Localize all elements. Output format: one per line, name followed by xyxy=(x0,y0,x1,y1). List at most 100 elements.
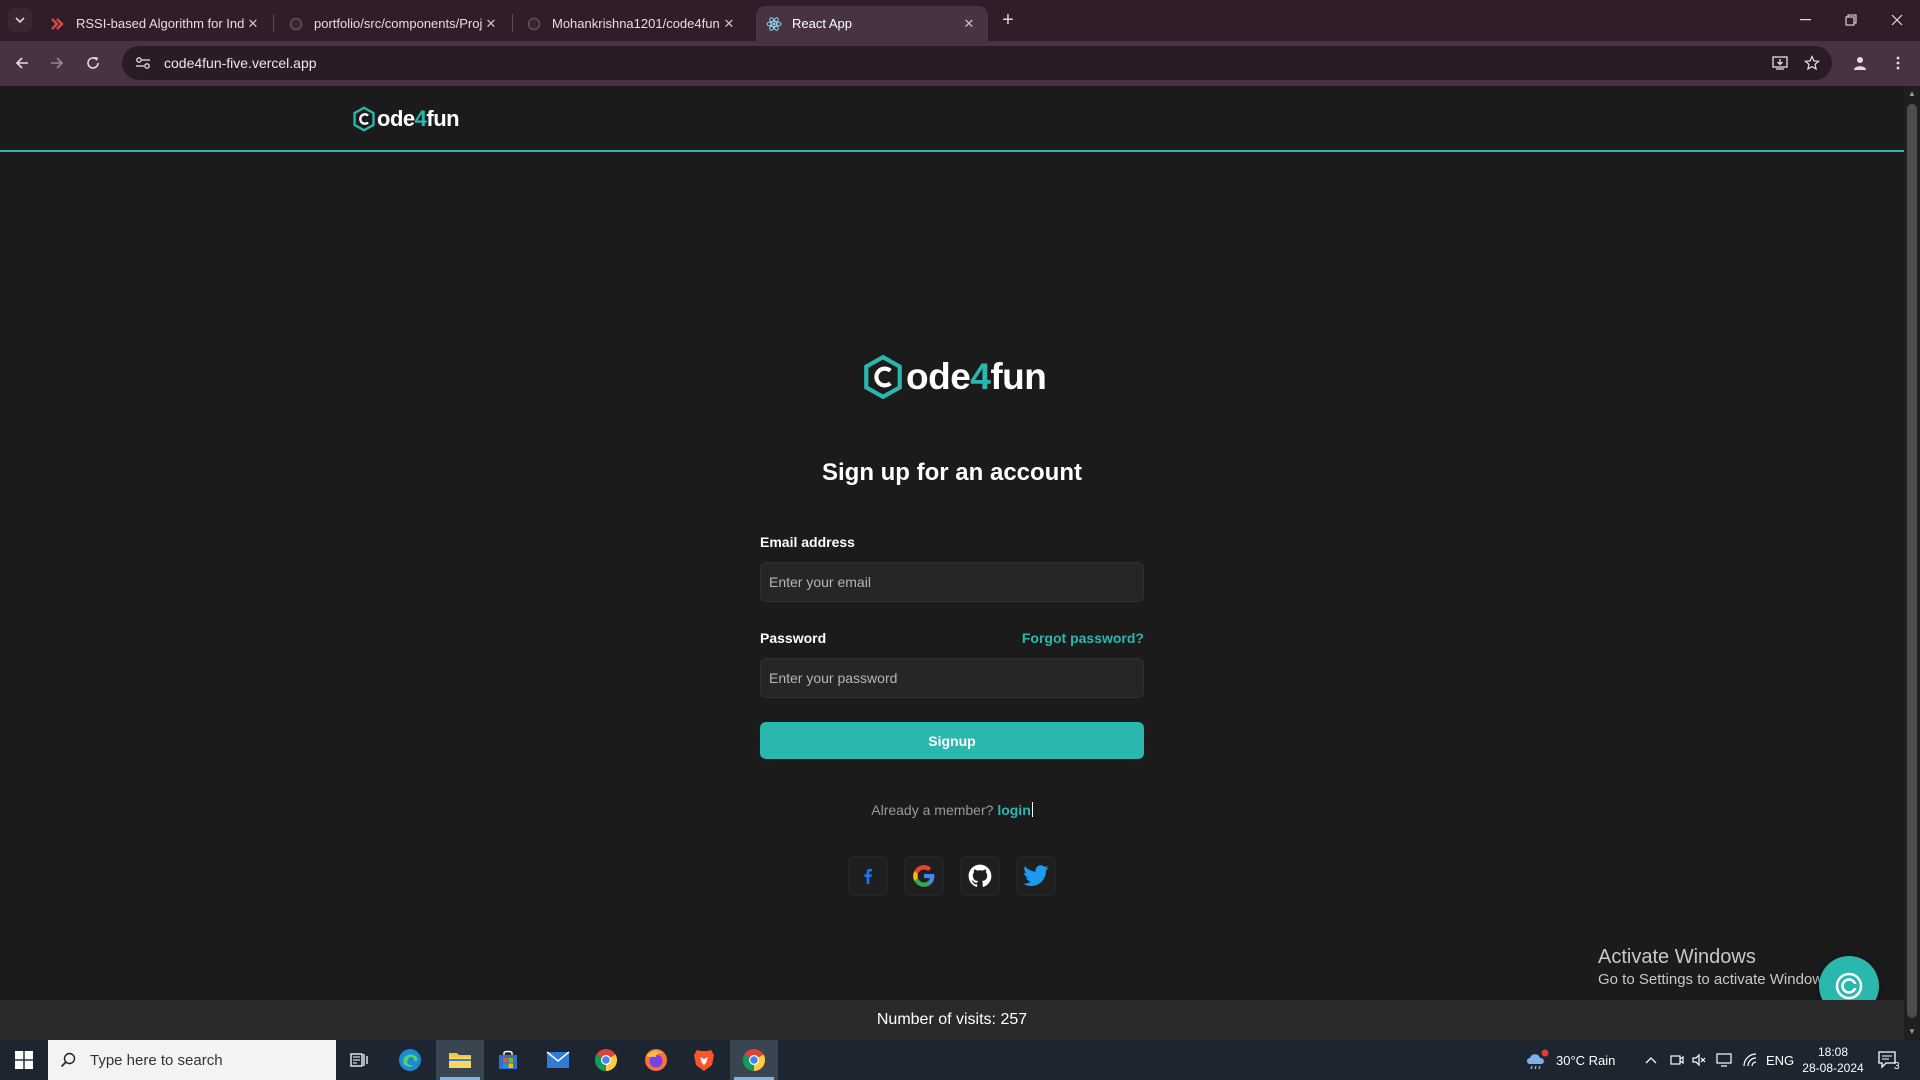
url-text: code4fun-five.vercel.app xyxy=(164,55,317,71)
profile-avatar-icon[interactable] xyxy=(1848,51,1872,75)
login-link[interactable]: login xyxy=(997,802,1030,818)
password-label: Password xyxy=(760,630,827,646)
notification-center[interactable]: 3 xyxy=(1878,1040,1900,1080)
google-button[interactable] xyxy=(904,856,944,896)
github-icon xyxy=(968,864,992,887)
firefox-icon xyxy=(645,1049,667,1071)
web-page: ode 4 fun ode 4 fun Sign up for an account E… xyxy=(0,86,1904,1040)
facebook-icon xyxy=(864,868,872,884)
taskbar-chrome-active[interactable] xyxy=(730,1040,778,1080)
task-view-button[interactable] xyxy=(336,1040,384,1080)
windows-taskbar: Type here to search 30°C Rain ENG 18:08 … xyxy=(0,1040,1920,1080)
edge-icon xyxy=(399,1049,421,1071)
kebab-menu-icon[interactable] xyxy=(1886,51,1910,75)
github-favicon-icon xyxy=(288,16,304,32)
taskbar-search-box[interactable]: Type here to search xyxy=(48,1040,336,1080)
back-arrow-icon[interactable] xyxy=(10,51,34,75)
browser-tab-react-app[interactable]: React App ✕ xyxy=(756,6,988,41)
visit-counter: Number of visits: 257 xyxy=(876,1011,1028,1028)
activation-title: Activate Windows xyxy=(1598,946,1756,968)
forgot-password-link[interactable]: Forgot password? xyxy=(1000,630,1144,646)
reload-icon[interactable] xyxy=(81,51,105,75)
chrome-icon xyxy=(595,1049,617,1071)
forward-arrow-icon[interactable] xyxy=(45,51,69,75)
page-scrollbar[interactable]: ▲ ▼ xyxy=(1904,86,1920,1040)
browser-tab-rssi[interactable]: RSSI-based Algorithm for Indoor ✕ xyxy=(40,6,272,41)
close-icon[interactable]: ✕ xyxy=(244,16,262,32)
tab-divider xyxy=(512,14,513,32)
tray-chevron-up-icon[interactable] xyxy=(1645,1040,1657,1080)
input-language[interactable]: ENG xyxy=(1766,1040,1794,1080)
tab-title: Mohankrishna1201/code4fun xyxy=(552,16,720,31)
weather-text: 30°C Rain xyxy=(1556,1052,1616,1068)
close-icon[interactable]: ✕ xyxy=(960,16,978,32)
address-bar[interactable]: code4fun-five.vercel.app xyxy=(122,46,1832,80)
new-tab-plus-icon[interactable]: + xyxy=(996,9,1020,33)
github-button[interactable] xyxy=(960,856,1000,896)
member-text: Already a member? xyxy=(871,802,994,818)
text-cursor xyxy=(1031,802,1033,817)
logo-text-accent: 4 xyxy=(970,356,991,397)
password-input[interactable] xyxy=(760,658,1144,698)
tab-title: RSSI-based Algorithm for Indoor xyxy=(76,16,244,31)
chrome-icon xyxy=(743,1049,765,1071)
minimize-icon[interactable] xyxy=(1782,0,1828,40)
twitter-button[interactable] xyxy=(1016,856,1056,896)
wifi-icon[interactable] xyxy=(1742,1040,1758,1080)
bookmark-star-icon[interactable] xyxy=(1800,51,1824,75)
copilot-icon xyxy=(1835,972,1863,1000)
install-app-icon[interactable] xyxy=(1768,51,1792,75)
taskbar-brave[interactable] xyxy=(680,1040,728,1080)
system-clock[interactable]: 18:08 28-08-2024 xyxy=(1798,1044,1868,1076)
code4fun-logo-icon xyxy=(864,354,902,400)
clock-date: 28-08-2024 xyxy=(1802,1061,1864,1075)
windows-logo-icon xyxy=(15,1051,33,1069)
mail-icon xyxy=(546,1051,570,1068)
display-icon[interactable] xyxy=(1716,1040,1732,1080)
tab-search-button[interactable] xyxy=(8,8,32,32)
logo-text-suffix: fun xyxy=(426,106,460,131)
tab-title: React App xyxy=(792,16,852,31)
facebook-button[interactable] xyxy=(848,856,888,896)
notification-count: 3 xyxy=(1894,1060,1900,1072)
start-button[interactable] xyxy=(0,1040,48,1080)
tab-title: portfolio/src/components/Proje xyxy=(314,16,482,31)
meet-now-icon[interactable] xyxy=(1670,1040,1684,1080)
site-footer: Number of visits: 257 xyxy=(0,1000,1904,1040)
search-icon xyxy=(60,1052,76,1068)
taskbar-firefox[interactable] xyxy=(632,1040,680,1080)
rain-cloud-icon xyxy=(1527,1049,1549,1070)
email-input[interactable] xyxy=(760,562,1144,602)
tab-divider xyxy=(273,14,274,32)
scrollbar-thumb[interactable] xyxy=(1907,104,1917,1018)
activation-subtitle: Go to Settings to activate Windows. xyxy=(1598,971,1835,988)
store-icon xyxy=(499,1050,517,1069)
close-icon[interactable]: ✕ xyxy=(482,16,500,32)
logo-text-prefix: ode xyxy=(377,106,415,131)
site-logo[interactable]: ode 4 fun xyxy=(352,106,460,132)
close-icon[interactable]: ✕ xyxy=(720,16,738,32)
code4fun-logo-icon xyxy=(353,106,375,132)
scroll-down-arrow-icon[interactable]: ▼ xyxy=(1904,1024,1920,1040)
windows-activation-watermark: Activate Windows Go to Settings to activ… xyxy=(1598,946,1835,988)
restore-icon[interactable] xyxy=(1828,0,1874,40)
chevron-down-icon xyxy=(15,17,25,23)
close-window-icon[interactable] xyxy=(1874,0,1920,40)
signup-button[interactable]: Signup xyxy=(760,722,1144,759)
folder-icon xyxy=(449,1053,471,1068)
scroll-up-arrow-icon[interactable]: ▲ xyxy=(1904,86,1920,102)
browser-tab-code4fun-repo[interactable]: Mohankrishna1201/code4fun ✕ xyxy=(516,6,748,41)
taskbar-mail[interactable] xyxy=(534,1040,582,1080)
taskbar-edge[interactable] xyxy=(386,1040,434,1080)
taskbar-file-explorer[interactable] xyxy=(436,1040,484,1080)
brave-icon xyxy=(694,1050,714,1071)
weather-widget[interactable]: 30°C Rain xyxy=(1524,1040,1615,1080)
site-info-icon[interactable] xyxy=(134,54,152,72)
taskbar-store[interactable] xyxy=(484,1040,532,1080)
language-text: ENG xyxy=(1766,1052,1795,1068)
taskbar-chrome[interactable] xyxy=(582,1040,630,1080)
browser-tab-portfolio[interactable]: portfolio/src/components/Proje ✕ xyxy=(278,6,510,41)
volume-muted-icon[interactable] xyxy=(1692,1040,1706,1080)
form-title: Sign up for an account xyxy=(821,459,1082,486)
form-logo: ode 4 fun xyxy=(862,354,1047,400)
